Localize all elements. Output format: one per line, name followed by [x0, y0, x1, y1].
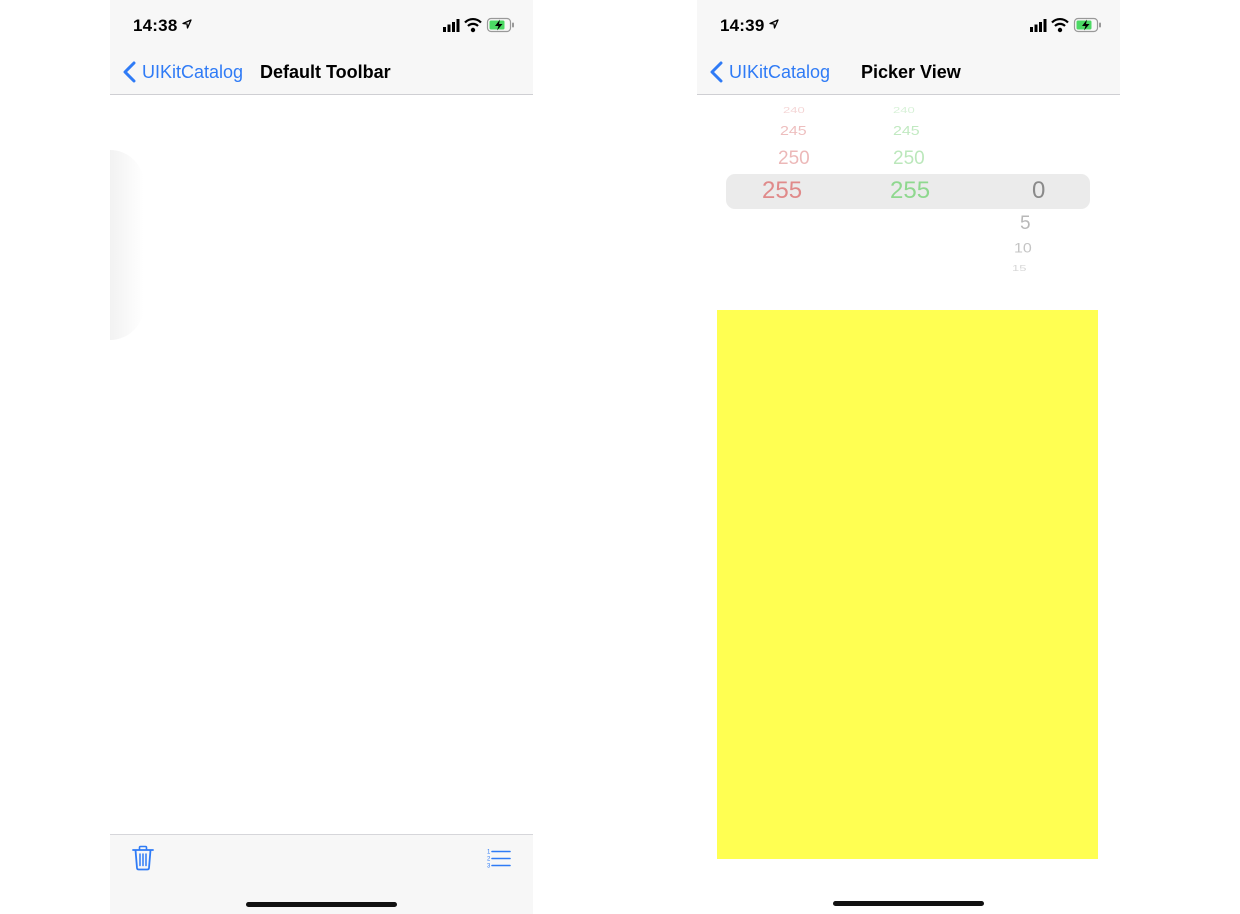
- wifi-icon: [464, 18, 482, 33]
- home-indicator[interactable]: [833, 901, 984, 906]
- page-title: Default Toolbar: [260, 62, 391, 82]
- status-time: 14:39: [720, 16, 765, 35]
- back-button[interactable]: UIKitCatalog: [122, 50, 243, 94]
- picker-red-row-above-1[interactable]: 250: [778, 149, 810, 168]
- status-bar: 14:38: [110, 0, 533, 50]
- picker-blue-row-below-3[interactable]: 15: [1012, 265, 1026, 273]
- svg-text:2: 2: [487, 857, 491, 863]
- picker-blue-selected[interactable]: 0: [1032, 179, 1045, 203]
- chevron-left-icon: [123, 61, 136, 83]
- picker-blue-row-below-2[interactable]: 10: [1014, 242, 1032, 256]
- status-bar: 14:39: [697, 0, 1120, 50]
- navigation-bar: UIKitCatalog Picker View: [697, 50, 1120, 95]
- back-button[interactable]: UIKitCatalog: [709, 50, 830, 94]
- picker-blue-row-below-1[interactable]: 5: [1020, 214, 1031, 233]
- navigation-bar: UIKitCatalog Default Toolbar: [110, 50, 533, 95]
- picker-red-selected[interactable]: 255: [762, 179, 802, 203]
- home-indicator[interactable]: [246, 902, 397, 907]
- cellular-signal-icon: [1030, 19, 1047, 32]
- color-picker-view[interactable]: 240 245 250 255 240 245 250 255 0 5 10 1…: [697, 95, 1120, 285]
- back-button-label: UIKitCatalog: [729, 61, 831, 82]
- location-arrow-icon: [769, 19, 779, 29]
- numbered-list-icon[interactable]: 1 2 3: [487, 848, 511, 868]
- cellular-signal-icon: [443, 19, 460, 32]
- trash-icon[interactable]: [132, 845, 154, 871]
- status-icons: [1030, 17, 1101, 33]
- picker-green-row-above-3[interactable]: 240: [893, 107, 915, 115]
- status-icons: [443, 17, 514, 33]
- status-time: 14:38: [133, 16, 178, 35]
- wifi-icon: [1051, 18, 1069, 33]
- bottom-toolbar: 1 2 3: [110, 834, 533, 914]
- chevron-left-icon: [710, 61, 723, 83]
- picker-red-row-above-2[interactable]: 245: [780, 125, 807, 139]
- color-swatch-view: [717, 310, 1098, 859]
- picker-view-screen: 14:39 UIKitCatalog Picker View 240 245 2…: [697, 0, 1120, 914]
- page-title: Picker View: [861, 62, 961, 82]
- default-toolbar-screen: 14:38 UIKitCatalog Default Toolbar 1 2 3: [110, 0, 533, 914]
- location-arrow-icon: [182, 19, 192, 29]
- picker-green-selected[interactable]: 255: [890, 179, 930, 203]
- battery-charging-icon: [1073, 17, 1101, 33]
- back-button-label: UIKitCatalog: [142, 61, 244, 82]
- svg-text:3: 3: [487, 864, 491, 869]
- picker-green-row-above-1[interactable]: 250: [893, 149, 925, 168]
- picker-green-row-above-2[interactable]: 245: [893, 125, 920, 139]
- picker-red-row-above-3[interactable]: 240: [783, 107, 805, 115]
- svg-text:1: 1: [487, 850, 491, 856]
- battery-charging-icon: [486, 17, 514, 33]
- edge-swipe-shadow: [110, 150, 144, 340]
